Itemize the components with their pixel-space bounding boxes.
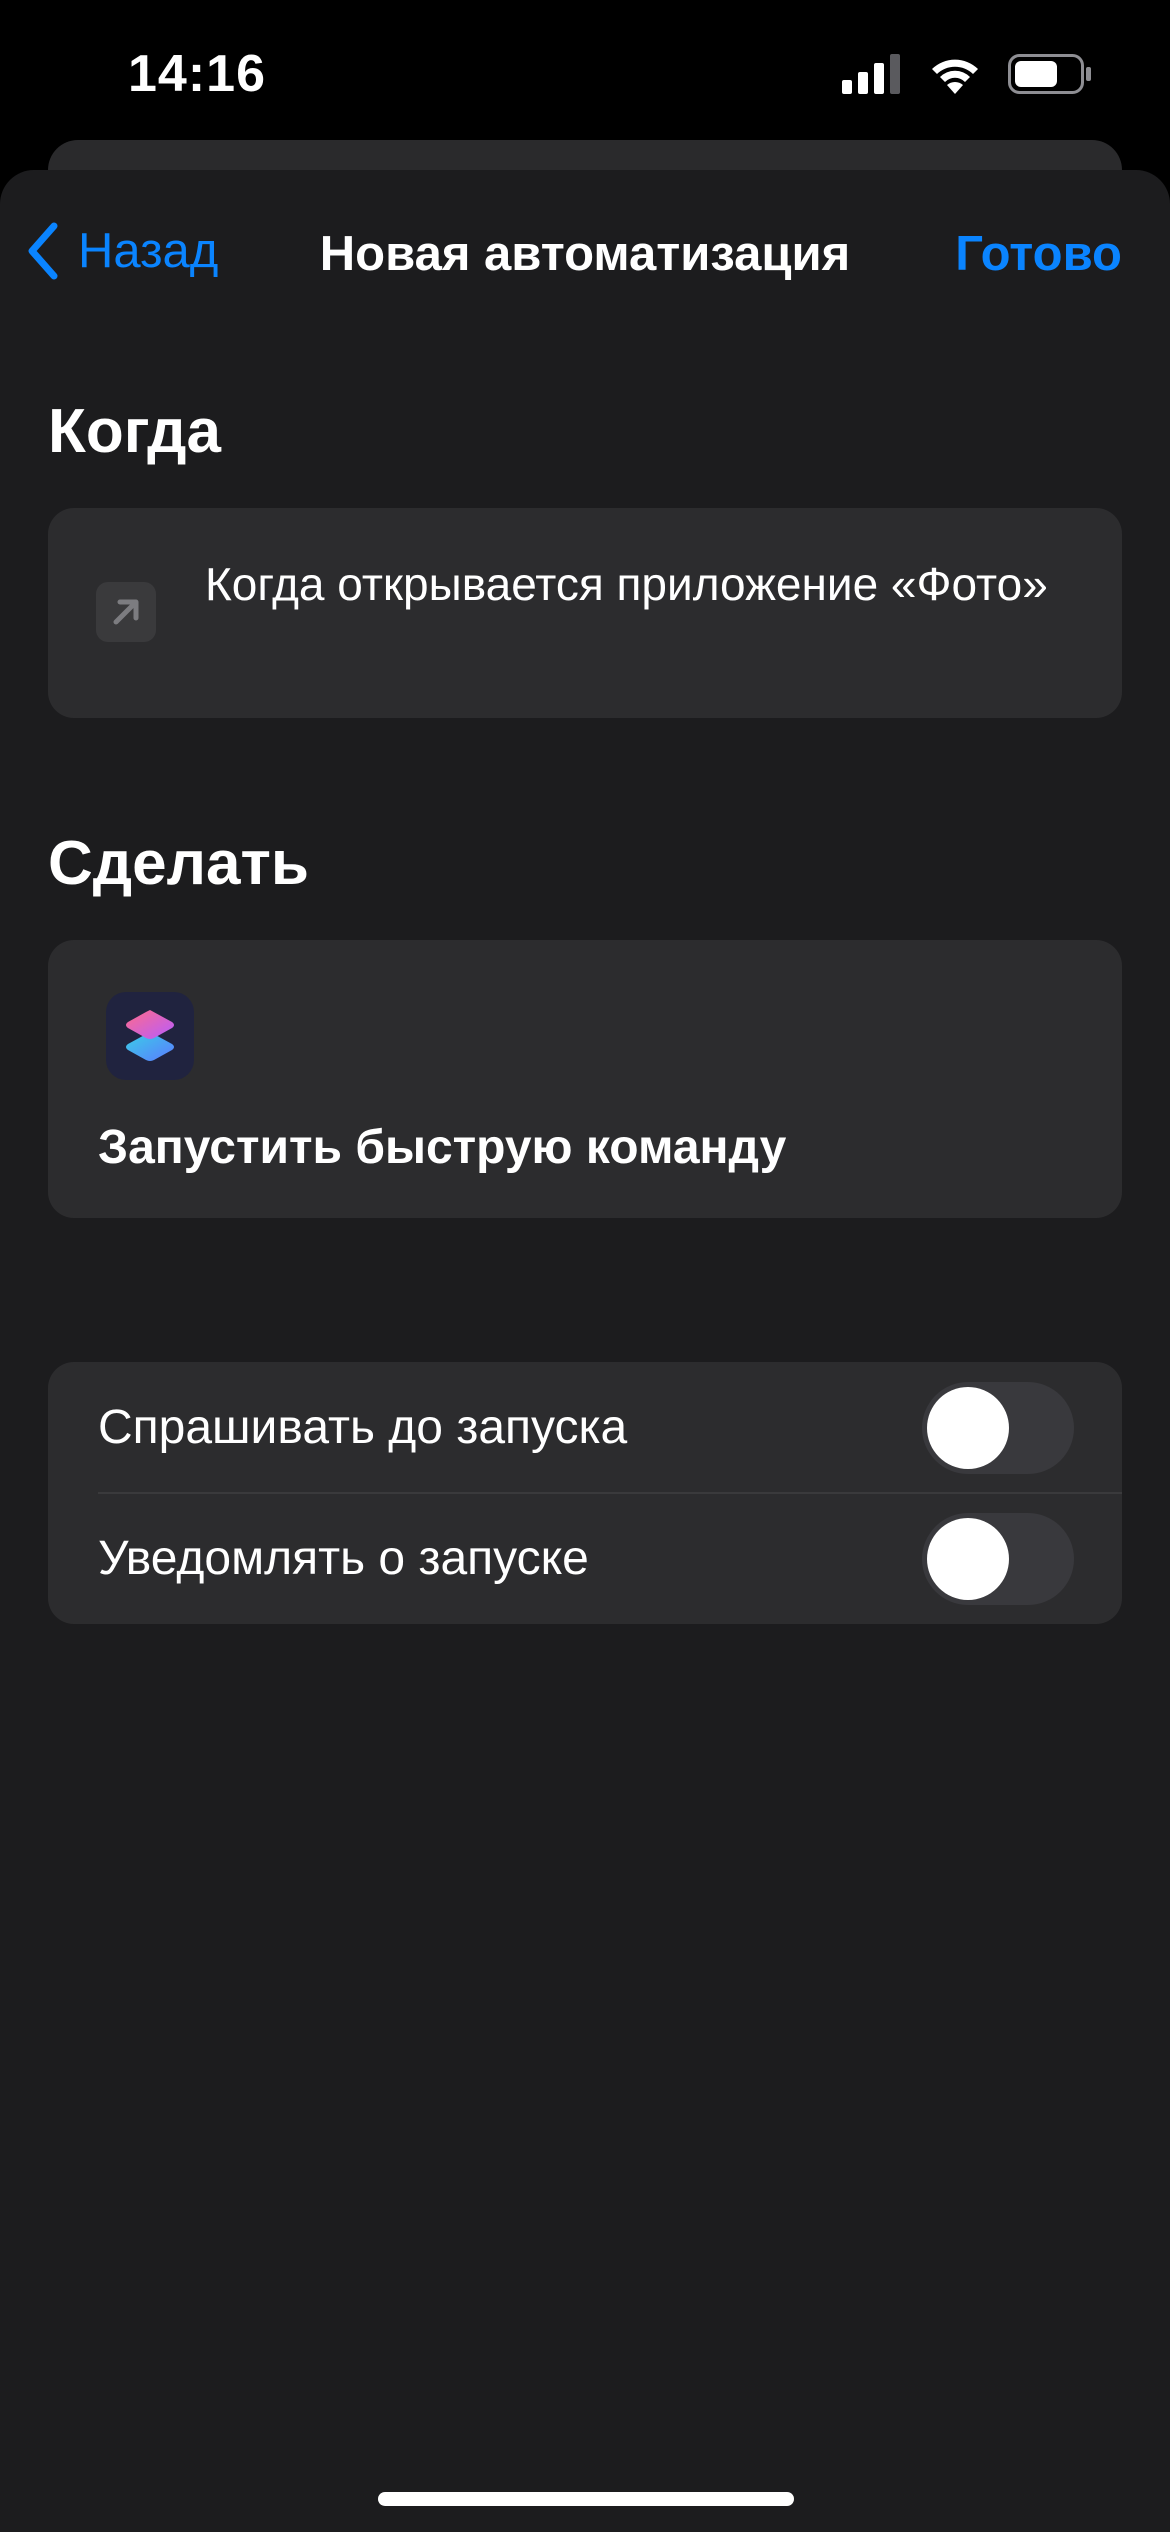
shortcuts-app-icon [106,992,194,1080]
toggle-knob [927,1387,1009,1469]
when-section-header: Когда [48,397,222,466]
navigation-bar: Назад Новая автоматизация Готово [0,170,1170,340]
notify-when-run-row: Уведомлять о запуске [48,1493,1122,1624]
toggle-knob [927,1518,1009,1600]
home-indicator[interactable] [378,2492,794,2506]
done-button[interactable]: Готово [955,226,1122,282]
notify-when-run-toggle[interactable] [922,1513,1074,1605]
wifi-icon [932,59,978,94]
screen: 14:16 Назад Новая автоматизация Готово К… [0,0,1170,2532]
automation-sheet: Назад Новая автоматизация Готово Когда К… [0,170,1170,2532]
ask-before-running-label: Спрашивать до запуска [98,1401,628,1454]
action-card[interactable]: Запустить быструю команду [48,940,1122,1218]
do-section-header: Сделать [48,829,309,898]
status-icons [842,54,1092,94]
status-time: 14:16 [128,45,266,103]
trigger-card[interactable]: Когда открывается приложение «Фото» [48,508,1122,718]
options-card: Спрашивать до запуска Уведомлять о запус… [48,1362,1122,1624]
action-label: Запустить быструю команду [98,1121,787,1174]
ask-before-running-toggle[interactable] [922,1382,1074,1474]
status-bar: 14:16 [0,0,1170,150]
trigger-description: Когда открывается приложение «Фото» [205,558,1048,610]
battery-icon [1008,54,1091,94]
ask-before-running-row: Спрашивать до запуска [48,1362,1122,1494]
cellular-signal-icon [842,54,900,94]
notify-when-run-label: Уведомлять о запуске [98,1532,589,1585]
arrow-up-right-icon [96,582,156,642]
